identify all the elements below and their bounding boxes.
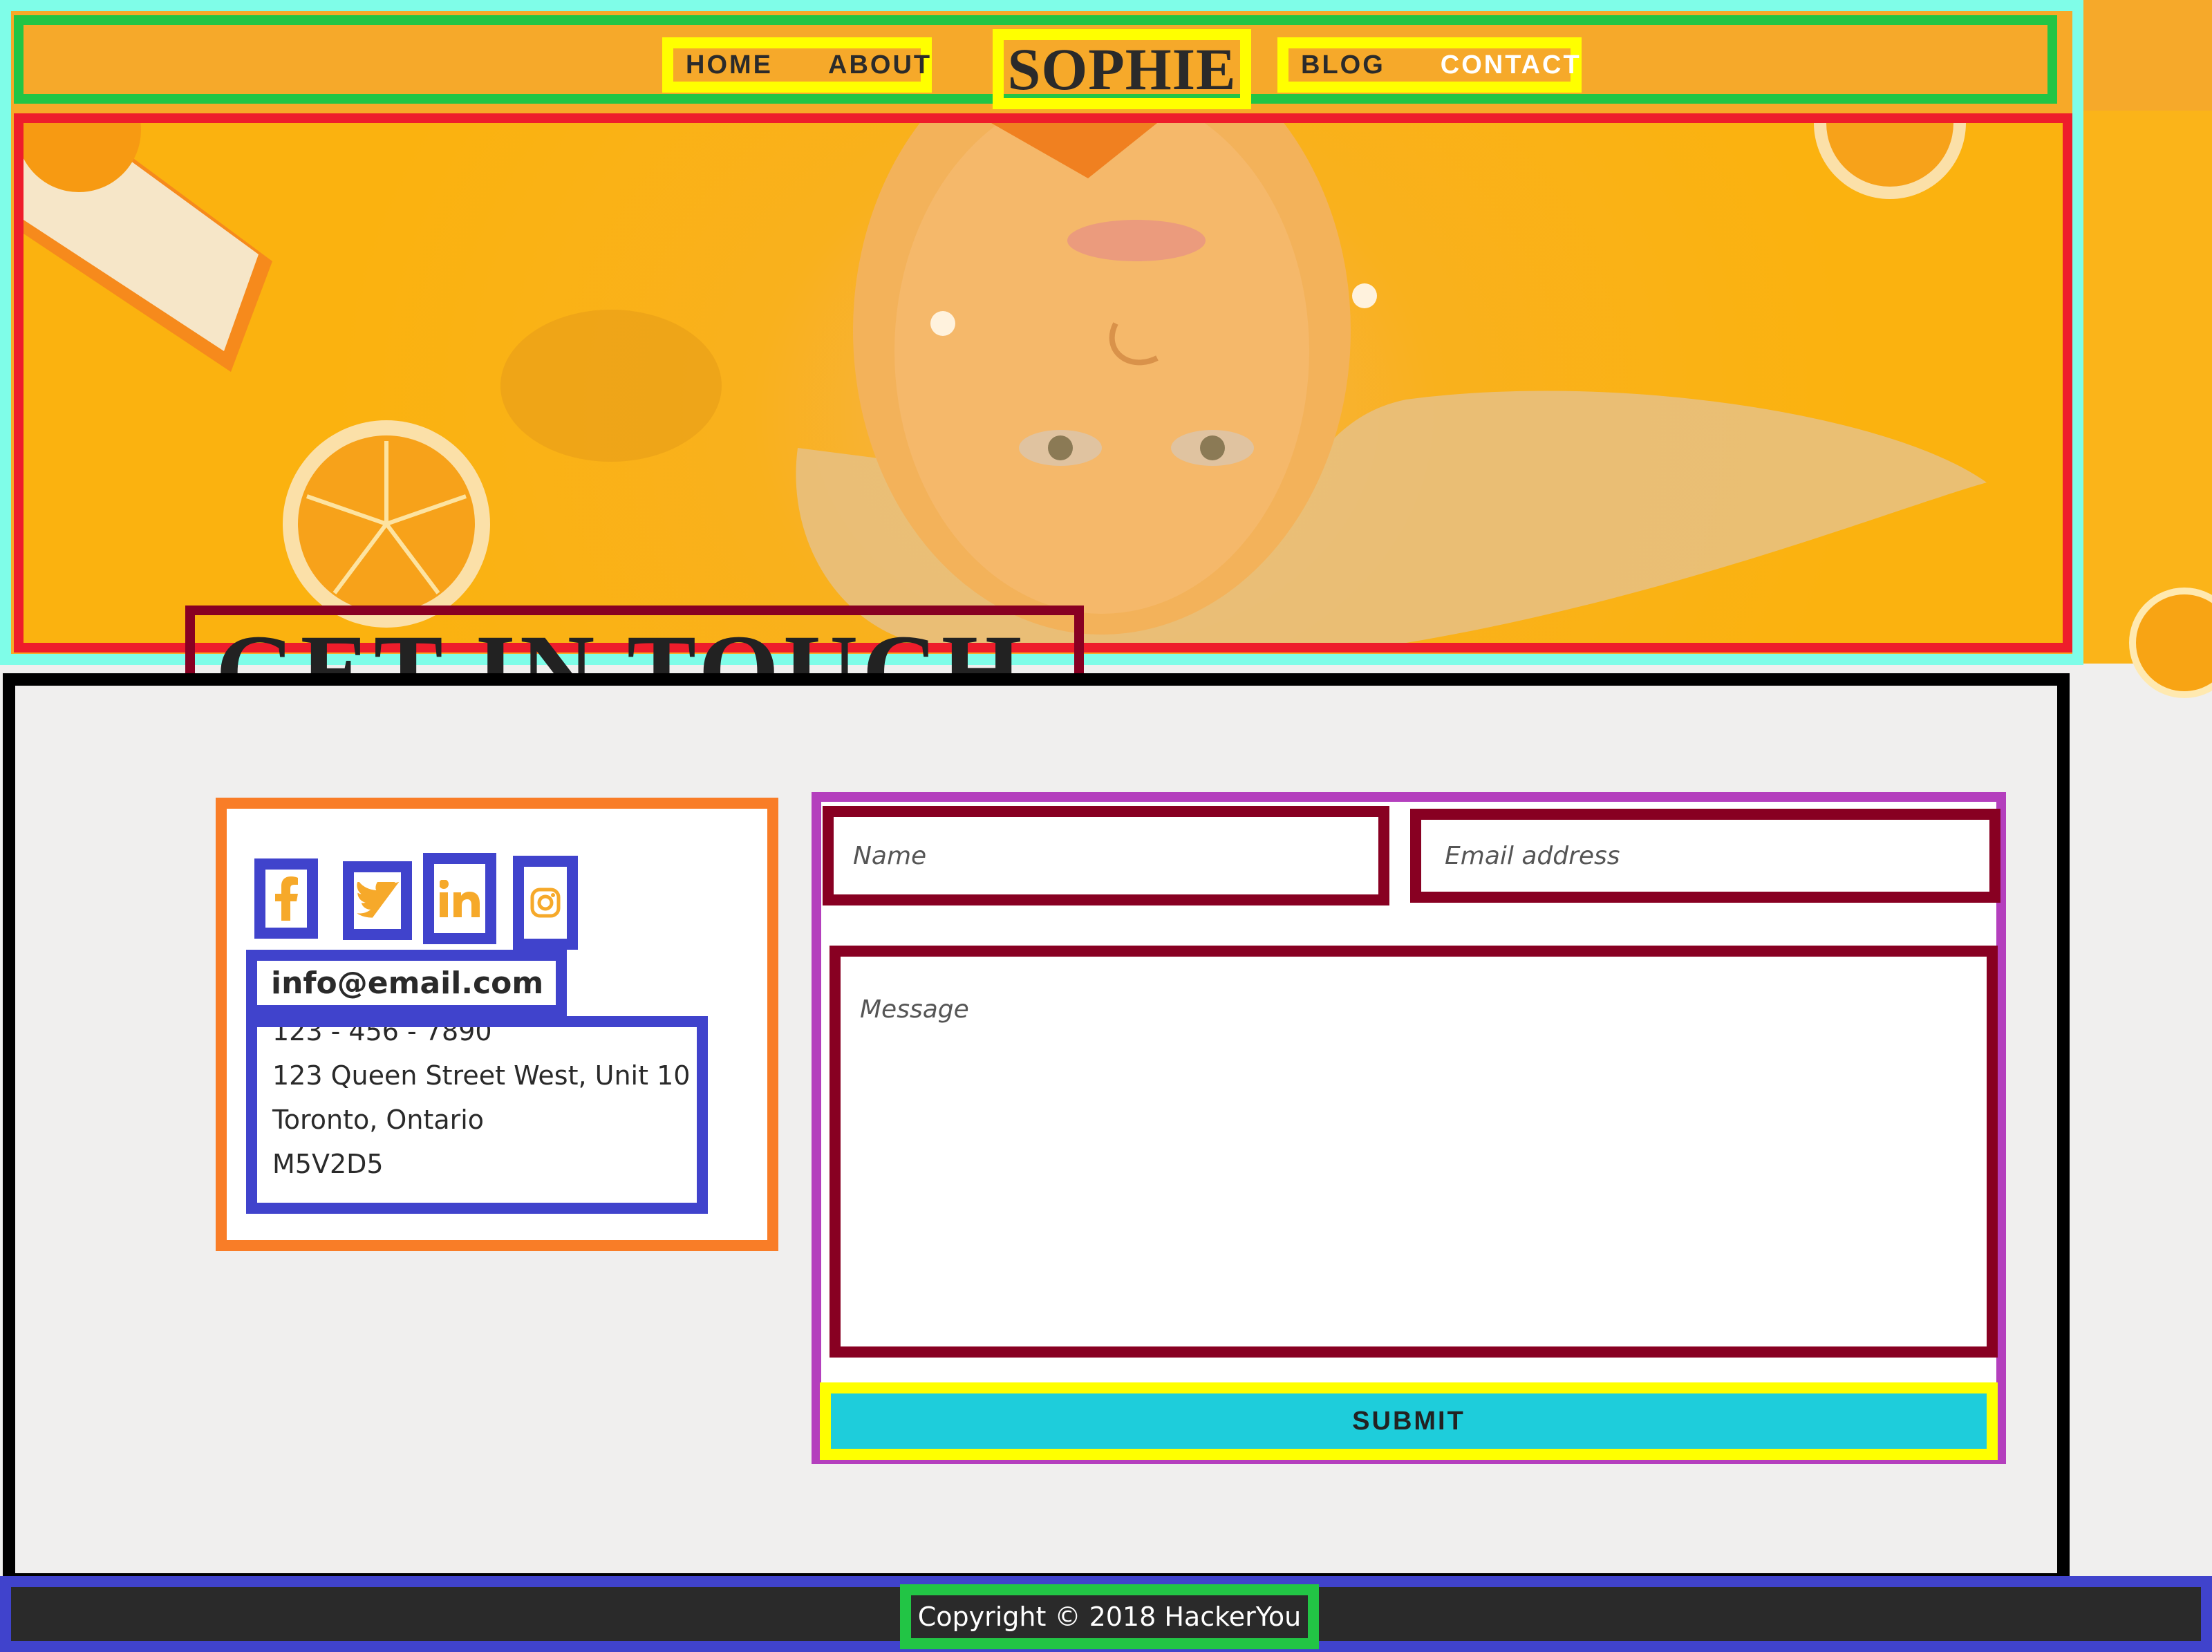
twitter-icon[interactable]: [343, 861, 412, 940]
instagram-icon[interactable]: [513, 856, 578, 950]
nav-left-group: HOME ABOUT: [662, 37, 932, 93]
contact-phone: 123 - 456 - 7890: [272, 1016, 492, 1046]
hero-banner: [14, 113, 2072, 653]
header-background: [2083, 0, 2212, 111]
contact-email[interactable]: info@email.com: [246, 950, 567, 1016]
nav-home-link[interactable]: HOME: [686, 50, 773, 80]
nav-right-group: BLOG CONTACT: [1277, 37, 1582, 93]
name-input[interactable]: Name: [823, 806, 1389, 905]
address-line-1: 123 Queen Street West, Unit 10: [272, 1060, 691, 1091]
brand-logo[interactable]: SOPHIE: [993, 29, 1251, 109]
hero-background-extension: [2083, 111, 2212, 698]
nav-blog-link[interactable]: BLOG: [1301, 50, 1385, 80]
linkedin-icon[interactable]: [423, 853, 496, 944]
email-input[interactable]: Email address: [1410, 809, 2000, 903]
facebook-icon[interactable]: [254, 858, 318, 939]
address-line-2: Toronto, Ontario: [272, 1105, 485, 1135]
copyright-text: Copyright © 2018 HackerYou: [900, 1584, 1319, 1649]
contact-address: 123 - 456 - 7890 123 Queen Street West, …: [246, 1016, 708, 1214]
hero-image: [24, 123, 1987, 643]
message-textarea[interactable]: Message: [830, 946, 1998, 1358]
page: HOME ABOUT SOPHIE BLOG CONTACT GET IN TO…: [0, 0, 2212, 1652]
navbar: HOME ABOUT SOPHIE BLOG CONTACT: [14, 15, 2057, 109]
submit-button[interactable]: SUBMIT: [820, 1382, 1998, 1460]
message-placeholder: Message: [860, 995, 969, 1024]
name-placeholder: Name: [853, 841, 927, 870]
nav-contact-link[interactable]: CONTACT: [1441, 50, 1582, 80]
nav-about-link[interactable]: ABOUT: [828, 50, 932, 80]
postal-code: M5V2D5: [272, 1149, 384, 1179]
email-placeholder: Email address: [1445, 841, 1620, 870]
